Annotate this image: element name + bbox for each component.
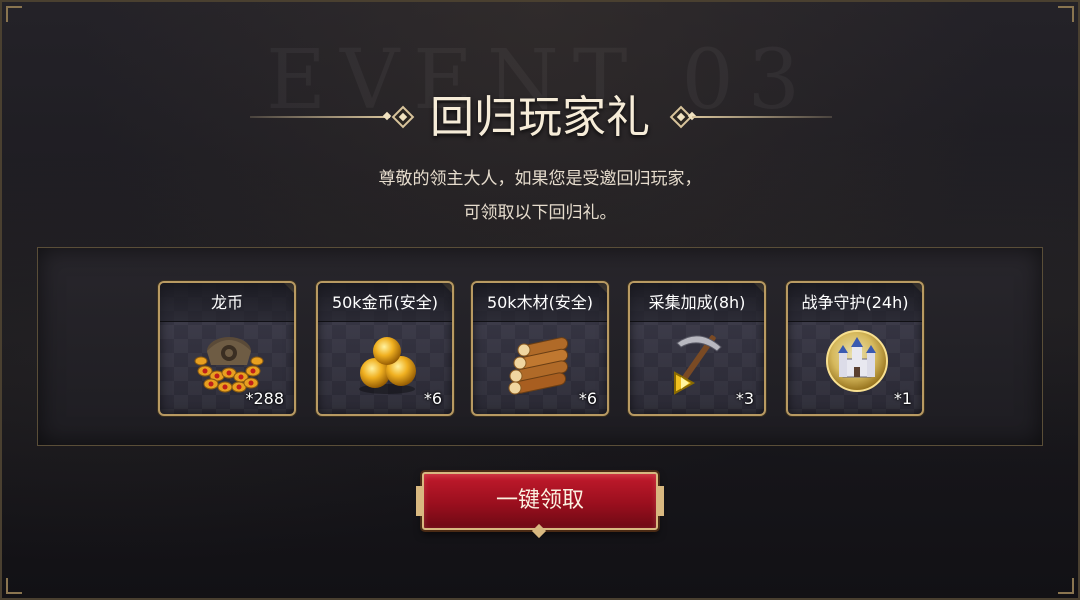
reward-label: 战争守护(24h) <box>788 283 922 322</box>
frame-corner <box>6 578 22 594</box>
castle-shield-icon <box>826 330 888 392</box>
button-decoration <box>658 486 664 516</box>
reward-count: *288 <box>245 389 284 408</box>
description-line-2: 可领取以下回归礼。 <box>463 203 617 223</box>
reward-gathering-boost[interactable]: 采集加成(8h) *3 <box>628 281 766 416</box>
claim-all-label: 一键领取 <box>495 488 584 513</box>
reward-count: *6 <box>423 389 442 408</box>
page-title: 回归玩家礼 <box>430 92 650 143</box>
reward-label: 龙币 <box>160 283 294 322</box>
reward-count: *6 <box>578 389 597 408</box>
reward-dragon-coin[interactable]: 龙币 *288 <box>158 281 296 416</box>
claim-all-button[interactable]: 一键领取 <box>416 472 664 539</box>
reward-count: *1 <box>893 389 912 408</box>
reward-label: 50k金币(安全) <box>318 283 452 322</box>
gold-coins-icon <box>359 337 416 394</box>
reward-wood[interactable]: 50k木材(安全) *6 <box>471 281 609 416</box>
pickaxe-icon <box>674 335 722 395</box>
reward-label: 50k木材(安全) <box>473 283 607 322</box>
reward-war-protection[interactable]: 战争守护(24h) *1 <box>786 281 924 416</box>
reward-label: 采集加成(8h) <box>630 283 764 322</box>
button-decoration <box>416 486 422 516</box>
reward-gold[interactable]: 50k金币(安全) *6 <box>316 281 454 416</box>
frame-corner <box>1058 578 1074 594</box>
wood-logs-icon <box>508 337 569 395</box>
title-row: 回归玩家礼 <box>0 88 1080 148</box>
frame-corner <box>6 6 22 22</box>
frame-corner <box>1058 6 1074 22</box>
reward-count: *3 <box>735 389 754 408</box>
description-line-1: 尊敬的领主大人，如果您是受邀回归玩家， <box>378 169 702 189</box>
